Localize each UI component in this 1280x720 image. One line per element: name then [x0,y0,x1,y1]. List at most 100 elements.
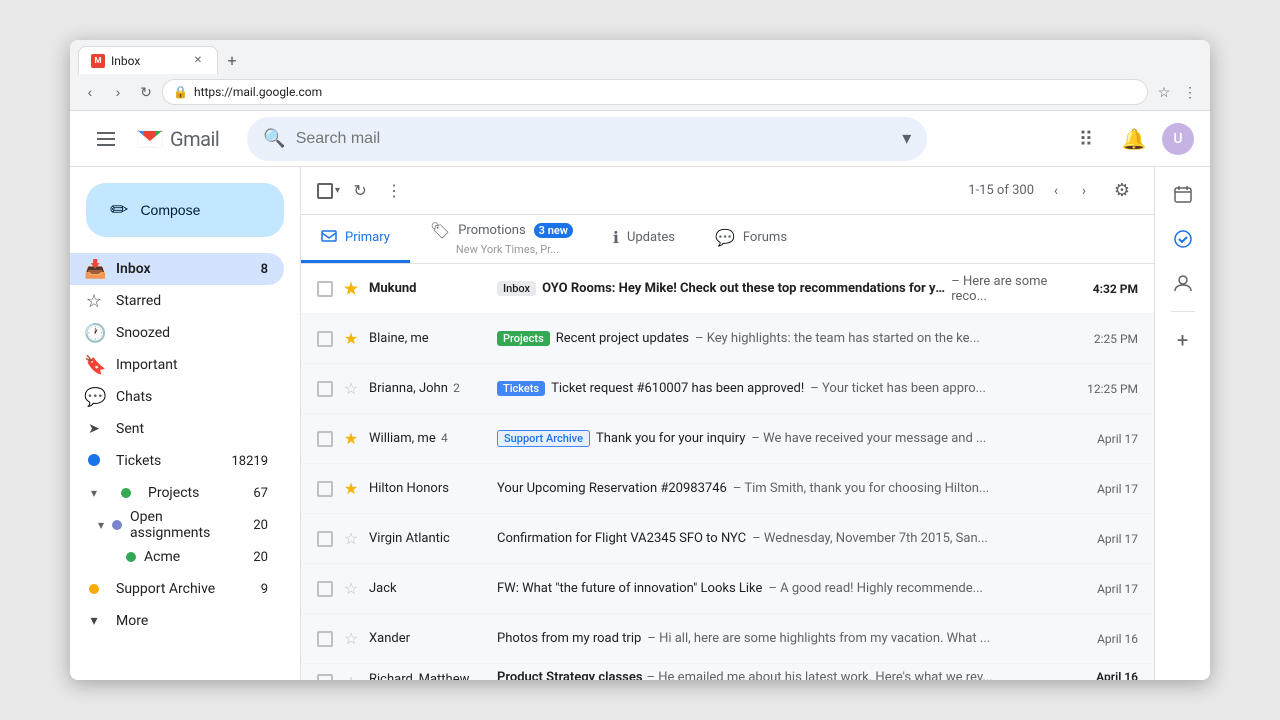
star-btn[interactable]: ★ [341,279,361,299]
sidebar-item-important[interactable]: 🔖 Important [70,349,284,381]
email-checkbox[interactable] [317,631,333,647]
email-checkbox[interactable] [317,531,333,547]
promotions-subtitle: New York Times, Pr... [456,243,559,256]
calendar-panel-btn[interactable] [1163,175,1203,215]
compose-label: Compose [140,202,200,218]
email-row[interactable]: ☆ Jack FW: What "the future of innovatio… [301,564,1154,614]
sidebar-item-tickets[interactable]: Tickets 18219 [70,445,284,477]
star-btn[interactable]: ★ [341,329,361,349]
star-btn[interactable]: ★ [341,479,361,499]
sidebar-item-starred[interactable]: ☆ Starred [70,285,284,317]
email-row[interactable]: ☆ Virgin Atlantic Confirmation for Fligh… [301,514,1154,564]
notifications-btn[interactable]: 🔔 [1114,119,1154,159]
sidebar-item-acme[interactable]: Acme 20 [70,541,284,573]
apps-icon-btn[interactable]: ⠿ [1066,119,1106,159]
more-options-btn[interactable]: ⋮ [378,175,410,207]
email-checkbox[interactable] [317,381,333,397]
tab-close-btn[interactable]: ✕ [191,54,205,68]
email-preview: – Wednesday, November 7th 2015, San... [752,531,988,546]
email-row[interactable]: ★ William, me 4 Support Archive Thank yo… [301,414,1154,464]
new-tab-btn[interactable]: + [218,46,246,74]
primary-tab-label: Primary [345,230,390,245]
tab-primary[interactable]: Primary [301,215,410,263]
email-checkbox[interactable] [317,581,333,597]
email-preview: – Key highlights: the team has started o… [695,331,980,346]
refresh-emails-btn[interactable]: ↻ [344,175,376,207]
email-content: Projects Recent project updates – Key hi… [497,331,1086,346]
compose-button[interactable]: ✏ Compose [86,183,284,237]
select-all-checkbox-wrapper: ▾ [317,183,342,199]
prev-page-btn[interactable]: ‹ [1042,177,1070,205]
email-checkbox[interactable] [317,431,333,447]
select-all-checkbox[interactable] [317,183,333,199]
tasks-panel-btn[interactable] [1163,219,1203,259]
email-checkbox[interactable] [317,481,333,497]
star-btn[interactable]: ☆ [341,579,361,599]
email-time: April 17 [1097,582,1138,596]
refresh-btn[interactable]: ↻ [134,80,158,104]
open-assignments-dot [112,520,122,530]
sidebar-item-projects[interactable]: ▾ Projects 67 [70,477,284,509]
projects-expand-icon: ▾ [84,486,104,500]
updates-tab-label: Updates [627,230,675,245]
inbox-icon: 📥 [84,259,104,280]
forward-btn[interactable]: › [106,80,130,104]
email-checkbox[interactable] [317,331,333,347]
email-time: 2:25 PM [1094,332,1138,346]
email-sender: Virgin Atlantic [369,531,489,546]
search-filter-dropdown-btn[interactable]: ▾ [902,128,911,149]
bookmark-btn[interactable]: ☆ [1152,80,1176,104]
address-bar[interactable]: 🔒 https://mail.google.com [162,79,1148,105]
browser-menu-btn[interactable]: ⋮ [1178,80,1202,104]
email-row[interactable]: ☆ Brianna, John 2 Tickets Ticket request… [301,364,1154,414]
tab-forums[interactable]: 💬 Forums [695,215,807,263]
tab-updates[interactable]: ℹ Updates [593,215,695,263]
email-sender: William, me 4 [369,431,489,446]
sidebar: ✏ Compose 📥 Inbox 8 ☆ Starred 🕐 Sno [70,167,300,680]
sidebar-item-chats[interactable]: 💬 Chats [70,381,284,413]
star-btn[interactable]: ★ [341,429,361,449]
add-panel-btn[interactable]: + [1163,320,1203,360]
tab-promotions[interactable]: 🏷 Promotions 3 new New York Times, Pr... [410,215,593,263]
sidebar-item-open-assignments[interactable]: ▾ Open assignments 20 [70,509,284,541]
pagination-nav: ‹ › [1042,177,1098,205]
email-checkbox[interactable] [317,281,333,297]
email-toolbar: ▾ ↻ ⋮ 1-15 of 300 ‹ › ⚙ [301,167,1154,215]
email-checkbox[interactable] [317,674,333,680]
user-avatar[interactable]: U [1162,123,1194,155]
settings-btn[interactable]: ⚙ [1106,175,1138,207]
search-bar[interactable]: 🔍 ▾ [247,117,927,161]
star-btn[interactable]: ☆ [341,629,361,649]
email-sender: Richard, Matthew, me 3 [369,672,489,680]
next-page-btn[interactable]: › [1070,177,1098,205]
star-btn[interactable]: ☆ [341,379,361,399]
email-content: Inbox OYO Rooms: Hey Mike! Check out the… [497,274,1085,304]
sidebar-item-support-archive[interactable]: Support Archive 9 [70,573,284,605]
select-dropdown-btn[interactable]: ▾ [333,185,342,196]
projects-icon [116,483,136,504]
snoozed-label: Snoozed [116,325,268,341]
email-subject: Your Upcoming Reservation #20983746 [497,481,727,496]
email-row[interactable]: ★ Blaine, me Projects Recent project upd… [301,314,1154,364]
email-sender: Brianna, John 2 [369,381,489,396]
email-row[interactable]: ★ Mukund Inbox OYO Rooms: Hey Mike! Chec… [301,264,1154,314]
contacts-panel-btn[interactable] [1163,263,1203,303]
star-btn[interactable]: ☆ [341,529,361,549]
sidebar-item-sent[interactable]: ➤ Sent [70,413,284,445]
hamburger-menu-btn[interactable] [86,119,126,159]
gmail-logo[interactable]: Gmail [134,123,219,155]
sidebar-item-inbox[interactable]: 📥 Inbox 8 [70,253,284,285]
updates-tab-icon: ℹ [613,228,619,247]
browser-tab[interactable]: M Inbox ✕ [78,46,218,74]
email-row[interactable]: ★ Hilton Honors Your Upcoming Reservatio… [301,464,1154,514]
star-btn[interactable]: ☆ [341,672,361,680]
primary-tab-icon [321,228,337,248]
sidebar-item-more[interactable]: ▾ More [70,605,284,637]
back-btn[interactable]: ‹ [78,80,102,104]
email-row[interactable]: ☆ Richard, Matthew, me 3 Product Strateg… [301,664,1154,680]
email-subject: Photos from my road trip [497,631,641,646]
search-input[interactable] [296,130,893,148]
email-row[interactable]: ☆ Xander Photos from my road trip – Hi a… [301,614,1154,664]
sidebar-item-snoozed[interactable]: 🕐 Snoozed [70,317,284,349]
inbox-badge: 8 [248,262,268,277]
